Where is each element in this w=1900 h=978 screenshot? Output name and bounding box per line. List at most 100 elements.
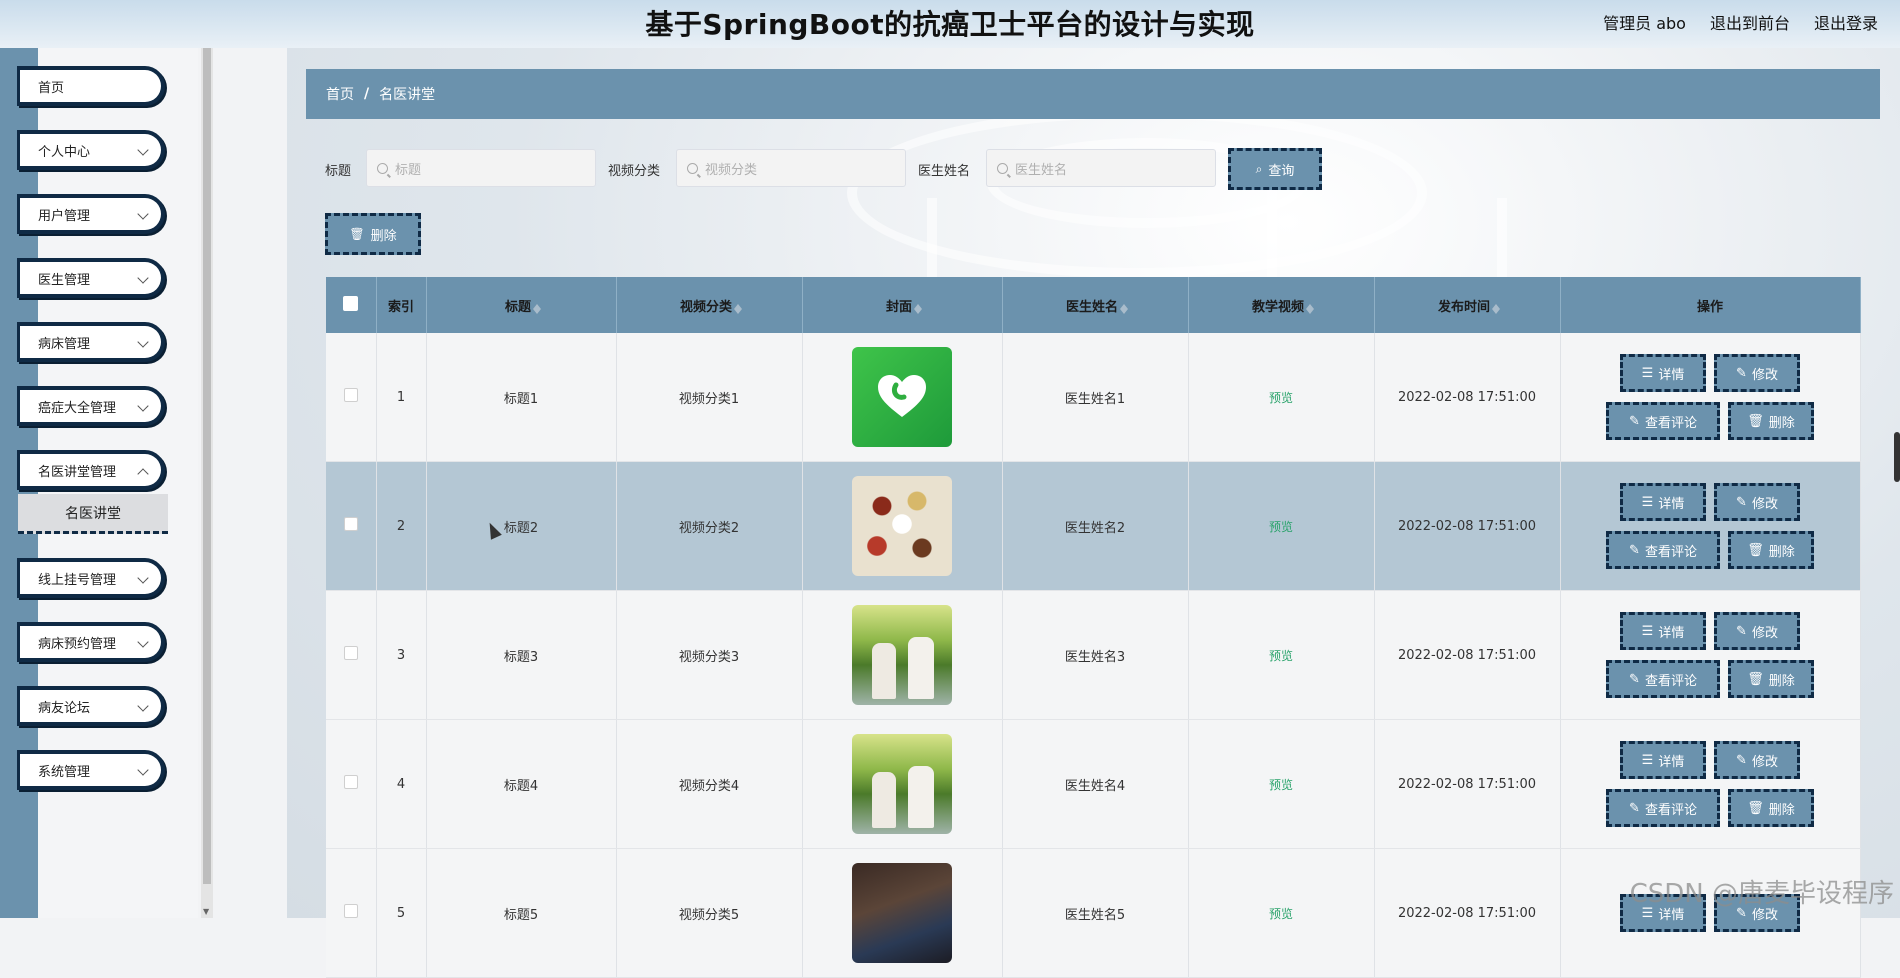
table-row[interactable]: 1 标题1 视频分类1 医生姓名1 预览 2022-02-08 17:51:00… — [326, 333, 1861, 462]
sidebar-item-profile[interactable]: 个人中心 — [17, 130, 165, 170]
edit-button[interactable]: ✎ 修改 — [1714, 354, 1800, 392]
column-header-time[interactable]: 发布时间 — [1374, 277, 1561, 333]
heart-icon — [878, 375, 926, 417]
delete-row-button[interactable]: 🗑 删除 — [1728, 531, 1814, 569]
table-row[interactable]: 3 标题3 视频分类3 医生姓名3 预览 2022-02-08 17:51:00… — [326, 590, 1861, 720]
sidebar-item-forum[interactable]: 病友论坛 — [17, 686, 165, 726]
delete-row-label: 删除 — [1768, 544, 1795, 560]
title-search-input[interactable]: 标题 — [366, 149, 596, 187]
view-comments-button[interactable]: ✎ 查看评论 — [1606, 402, 1720, 440]
row-ops-cell: ☰ 详情 ✎ 修改 ✎ 查看评论 🗑 删除 — [1560, 461, 1861, 591]
row-checkbox[interactable] — [343, 388, 358, 402]
row-index: 4 — [376, 719, 427, 849]
video-preview-link[interactable]: 预览 — [1269, 520, 1293, 534]
row-title: 标题1 — [426, 333, 617, 462]
column-header-video[interactable]: 教学视频 — [1188, 277, 1375, 333]
table-row[interactable]: 2 标题2 视频分类2 医生姓名2 预览 2022-02-08 17:51:00… — [326, 461, 1861, 591]
row-checkbox[interactable] — [343, 646, 358, 660]
edit-button[interactable]: ✎ 修改 — [1714, 612, 1800, 650]
doctor-placeholder: 医生姓名 — [1015, 162, 1068, 178]
row-video-cell: 预览 — [1188, 848, 1375, 978]
category-search-input[interactable]: 视频分类 — [676, 149, 906, 187]
sidebar-item-lectures[interactable]: 名医讲堂管理 — [17, 450, 165, 490]
row-time: 2022-02-08 17:51:00 — [1374, 848, 1561, 978]
column-header-cover[interactable]: 封面 — [802, 277, 1003, 333]
delete-row-button[interactable]: 🗑 删除 — [1728, 402, 1814, 440]
column-header-category[interactable]: 视频分类 — [616, 277, 803, 333]
column-header-video-text: 教学视频 — [1251, 299, 1304, 315]
row-cover-cell — [802, 461, 1003, 591]
row-actions-top: ☰ 详情 ✎ 修改 — [1620, 483, 1800, 521]
detail-label: 详情 — [1658, 625, 1685, 641]
search-icon — [377, 162, 388, 174]
edit-icon: ✎ — [1629, 413, 1640, 429]
edit-button[interactable]: ✎ 修改 — [1714, 483, 1800, 521]
row-category: 视频分类5 — [616, 848, 803, 978]
video-preview-link[interactable]: 预览 — [1269, 649, 1293, 663]
column-header-doctor-text: 医生姓名 — [1065, 299, 1118, 315]
batch-delete-button[interactable]: 🗑 删除 — [325, 213, 421, 255]
column-header-index: 索引 — [376, 277, 427, 333]
page-scrollbar[interactable] — [1894, 432, 1900, 482]
chevron-down-icon — [137, 208, 149, 220]
row-index: 2 — [376, 461, 427, 591]
view-comments-button[interactable]: ✎ 查看评论 — [1606, 660, 1720, 698]
sidebar-item-label: 病床预约管理 — [38, 636, 117, 652]
row-time: 2022-02-08 17:51:00 — [1374, 461, 1561, 591]
edit-label: 修改 — [1751, 754, 1778, 770]
breadcrumb-home[interactable]: 首页 — [326, 84, 354, 104]
delete-row-button[interactable]: 🗑 删除 — [1728, 660, 1814, 698]
video-preview-link[interactable]: 预览 — [1269, 778, 1293, 792]
row-checkbox[interactable] — [343, 517, 358, 531]
sidebar-item-bed-booking[interactable]: 病床预约管理 — [17, 622, 165, 662]
video-preview-link[interactable]: 预览 — [1269, 391, 1293, 405]
chevron-down-icon — [137, 636, 149, 648]
view-comments-button[interactable]: ✎ 查看评论 — [1606, 789, 1720, 827]
table-row[interactable]: 5 标题5 视频分类5 医生姓名5 预览 2022-02-08 17:51:00… — [326, 848, 1861, 978]
photo-figure — [908, 766, 934, 828]
row-checkbox[interactable] — [343, 904, 358, 918]
row-title: 标题2 — [426, 461, 617, 591]
row-select-cell — [326, 461, 377, 591]
delete-row-button[interactable]: 🗑 删除 — [1728, 789, 1814, 827]
row-category: 视频分类3 — [616, 590, 803, 720]
column-header-title[interactable]: 标题 — [426, 277, 617, 333]
sidebar-item-registration[interactable]: 线上挂号管理 — [17, 558, 165, 598]
sidebar-item-cancer-encyclopedia[interactable]: 癌症大全管理 — [17, 386, 165, 426]
detail-button[interactable]: ☰ 详情 — [1620, 483, 1706, 521]
edit-label: 修改 — [1751, 625, 1778, 641]
scroll-down-icon[interactable]: ▼ — [203, 907, 209, 916]
logout-link[interactable]: 退出登录 — [1814, 10, 1878, 34]
row-actions-bottom: ✎ 查看评论 🗑 删除 — [1606, 402, 1814, 440]
detail-button[interactable]: ☰ 详情 — [1620, 741, 1706, 779]
sidebar-item-beds[interactable]: 病床管理 — [17, 322, 165, 362]
watermark: CSDN @唐麦毕设程序 — [1629, 879, 1894, 909]
cover-app-logo-image — [852, 347, 952, 447]
detail-button[interactable]: ☰ 详情 — [1620, 612, 1706, 650]
query-button-label: 查询 — [1268, 163, 1295, 179]
column-header-doctor[interactable]: 医生姓名 — [1002, 277, 1189, 333]
sidebar-item-system[interactable]: 系统管理 — [17, 750, 165, 790]
cover-food-image — [852, 476, 952, 576]
search-icon — [997, 162, 1008, 174]
trash-icon: 🗑 — [1747, 800, 1764, 816]
sidebar-item-users[interactable]: 用户管理 — [17, 194, 165, 234]
query-button[interactable]: ⌕ 查询 — [1228, 148, 1322, 190]
sidebar-item-label: 病床管理 — [38, 336, 91, 352]
detail-button[interactable]: ☰ 详情 — [1620, 354, 1706, 392]
row-checkbox[interactable] — [343, 775, 358, 789]
row-actions: ☰ 详情 ✎ 修改 ✎ 查看评论 🗑 删除 — [1562, 741, 1859, 827]
sidebar-scroll-thumb[interactable] — [203, 48, 211, 884]
sidebar-item-home[interactable]: 首页 — [17, 66, 165, 106]
category-placeholder: 视频分类 — [705, 162, 758, 178]
sidebar-scrollbar[interactable]: ▼ — [201, 48, 213, 918]
sidebar-item-doctors[interactable]: 医生管理 — [17, 258, 165, 298]
select-all-checkbox[interactable] — [343, 295, 359, 311]
doctor-search-input[interactable]: 医生姓名 — [986, 149, 1216, 187]
edit-button[interactable]: ✎ 修改 — [1714, 741, 1800, 779]
view-comments-button[interactable]: ✎ 查看评论 — [1606, 531, 1720, 569]
table-row[interactable]: 4 标题4 视频分类4 医生姓名4 预览 2022-02-08 17:51:00… — [326, 719, 1861, 849]
exit-to-front-link[interactable]: 退出到前台 — [1710, 10, 1790, 34]
video-preview-link[interactable]: 预览 — [1269, 907, 1293, 921]
sidebar-subitem-lectures[interactable]: 名医讲堂 — [18, 494, 168, 534]
